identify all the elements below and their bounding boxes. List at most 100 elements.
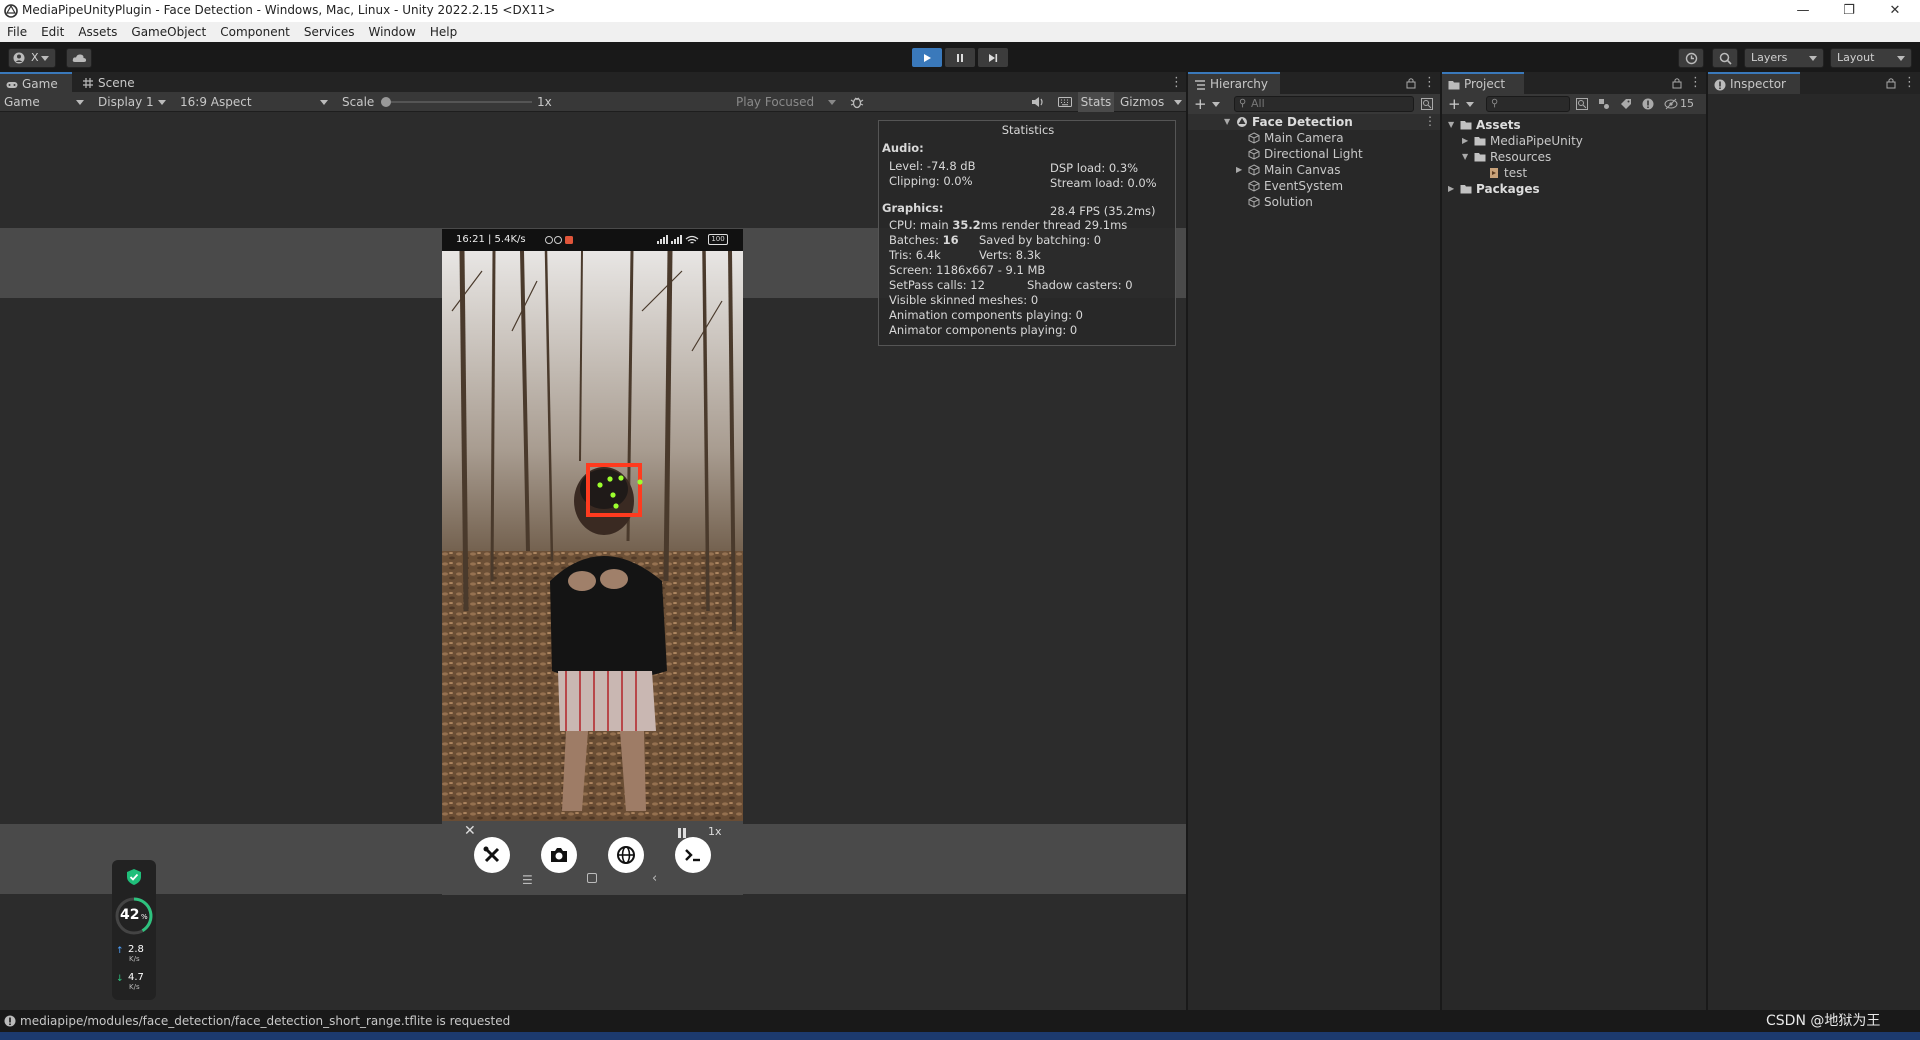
scale-label: Scale	[342, 95, 375, 109]
stats-button[interactable]: Stats	[1078, 92, 1114, 112]
hierarchy-item[interactable]: Main Camera	[1188, 130, 1440, 146]
hierarchy-scene-row[interactable]: ▼ Face Detection ⋮	[1188, 114, 1440, 130]
audio-mute-icon[interactable]	[1031, 96, 1045, 108]
search-filter-icon[interactable]	[1421, 98, 1433, 110]
close-button[interactable]: ✕	[1872, 0, 1918, 22]
globe-button[interactable]	[608, 837, 644, 873]
camera-button[interactable]	[541, 837, 577, 873]
terminal-button[interactable]	[675, 837, 711, 873]
project-asset-test[interactable]: test	[1442, 165, 1706, 181]
hierarchy-search-input[interactable]: ⚲ All	[1234, 96, 1414, 112]
menu-window[interactable]: Window	[362, 22, 423, 42]
bug-icon[interactable]	[850, 95, 864, 109]
minimize-button[interactable]: —	[1780, 0, 1826, 22]
hierarchy-item[interactable]: Solution	[1188, 194, 1440, 210]
hierarchy-toolbar: + ⚲ All	[1188, 94, 1440, 114]
kebab-menu-icon[interactable]: ⋮	[1689, 75, 1702, 90]
label-filter-icon[interactable]	[1620, 98, 1632, 110]
expand-arrow-icon[interactable]: ▶	[1462, 133, 1468, 149]
expand-arrow-icon[interactable]: ▼	[1462, 149, 1468, 165]
expand-arrow-icon[interactable]: ▼	[1448, 117, 1454, 133]
kebab-menu-icon[interactable]: ⋮	[1903, 75, 1916, 90]
android-back-icon[interactable]: ‹	[652, 871, 657, 886]
stats-batches-prefix: Batches:	[889, 233, 943, 247]
type-filter-icon[interactable]	[1598, 98, 1610, 110]
stats-saved-by-batching: Saved by batching: 0	[979, 233, 1102, 247]
tab-game[interactable]: Game	[0, 72, 72, 94]
folder-icon	[1448, 81, 1460, 90]
search-button[interactable]	[1712, 48, 1738, 68]
folder-open-icon	[1460, 121, 1472, 130]
undo-history-button[interactable]	[1678, 48, 1704, 68]
project-folder-packages[interactable]: ▶ Packages	[1442, 181, 1706, 197]
menu-assets[interactable]: Assets	[71, 22, 124, 42]
chevron-down-icon	[41, 56, 49, 61]
android-menu-icon[interactable]: ☰	[522, 873, 533, 887]
layers-dropdown[interactable]: Layers	[1744, 48, 1824, 68]
menu-help[interactable]: Help	[423, 22, 464, 42]
kebab-menu-icon[interactable]: ⋮	[1423, 75, 1436, 90]
close-overlay-icon[interactable]: ✕	[464, 823, 476, 839]
menu-edit[interactable]: Edit	[34, 22, 71, 42]
cloud-icon	[72, 54, 87, 62]
create-plus-icon[interactable]: +	[1448, 94, 1461, 114]
play-mode-dropdown[interactable]: Play Focused	[736, 92, 842, 112]
project-search-input[interactable]: ⚲	[1486, 96, 1570, 112]
chevron-down-icon[interactable]	[1212, 102, 1220, 107]
chevron-down-icon	[320, 100, 328, 105]
layout-dropdown[interactable]: Layout	[1830, 48, 1912, 68]
hierarchy-item[interactable]: ▶ Main Canvas	[1188, 162, 1440, 178]
lock-icon[interactable]	[1406, 77, 1416, 89]
search-filter-icon[interactable]	[1576, 98, 1588, 110]
aspect-dropdown[interactable]: 16:9 Aspect	[180, 92, 334, 112]
csdn-watermark: CSDN @地狱为王	[1766, 1013, 1881, 1029]
expand-arrow-icon[interactable]: ▼	[1224, 114, 1230, 130]
hierarchy-item[interactable]: Directional Light	[1188, 146, 1440, 162]
pause-button[interactable]	[945, 48, 975, 67]
lock-icon[interactable]	[1886, 77, 1896, 89]
tools-button[interactable]	[474, 837, 510, 873]
project-folder-mediapipeunity[interactable]: ▶ MediaPipeUnity	[1442, 133, 1706, 149]
lock-icon[interactable]	[1672, 77, 1682, 89]
chevron-down-icon[interactable]	[1466, 102, 1474, 107]
account-dropdown[interactable]: X	[8, 48, 56, 68]
project-folder-resources[interactable]: ▼ Resources	[1442, 149, 1706, 165]
play-mode-label: Play Focused	[736, 95, 815, 109]
stats-graphics-header: Graphics:	[882, 201, 944, 215]
performance-widget[interactable]: 42 % ↑ 2.8 K/s ↓ 4.7 K/s	[112, 860, 156, 1000]
cpu-usage-percent-sign: %	[141, 913, 148, 921]
menu-file[interactable]: File	[0, 22, 34, 42]
info-icon	[1714, 79, 1726, 91]
status-bar[interactable]: mediapipe/modules/face_detection/face_de…	[0, 1010, 1920, 1032]
tab-scene[interactable]: Scene	[76, 72, 148, 94]
expand-arrow-icon[interactable]: ▶	[1236, 162, 1242, 178]
menu-component[interactable]: Component	[213, 22, 297, 42]
display-dropdown[interactable]: Display 1	[98, 92, 172, 112]
hierarchy-item[interactable]: EventSystem	[1188, 178, 1440, 194]
kebab-menu-icon[interactable]: ⋮	[1170, 75, 1183, 90]
project-folder-assets[interactable]: ▼ Assets	[1442, 117, 1706, 133]
info-icon[interactable]	[1642, 98, 1654, 110]
create-plus-icon[interactable]: +	[1194, 94, 1207, 114]
keyboard-icon[interactable]	[1058, 96, 1072, 108]
info-icon	[4, 1015, 16, 1027]
kebab-menu-icon[interactable]: ⋮	[1424, 113, 1436, 129]
android-home-icon[interactable]	[587, 873, 597, 883]
gizmos-dropdown[interactable]: Gizmos	[1120, 92, 1184, 112]
restore-button[interactable]: ❐	[1826, 0, 1872, 22]
scale-slider-handle[interactable]	[381, 97, 391, 107]
play-button[interactable]	[912, 48, 942, 67]
expand-arrow-icon[interactable]: ▶	[1448, 181, 1454, 197]
video-frame-image	[442, 251, 743, 821]
tab-project[interactable]: Project	[1442, 72, 1524, 94]
scale-slider-track[interactable]	[384, 101, 532, 103]
tab-inspector[interactable]: Inspector	[1708, 72, 1800, 94]
hidden-packages-icon[interactable]	[1664, 98, 1678, 110]
playback-speed[interactable]: 1x	[708, 825, 722, 838]
menu-gameobject[interactable]: GameObject	[124, 22, 213, 42]
cloud-button[interactable]	[66, 48, 92, 68]
step-button[interactable]	[978, 48, 1008, 67]
tab-hierarchy[interactable]: Hierarchy	[1188, 72, 1280, 94]
menu-services[interactable]: Services	[297, 22, 362, 42]
view-mode-dropdown[interactable]: Game	[4, 92, 90, 112]
